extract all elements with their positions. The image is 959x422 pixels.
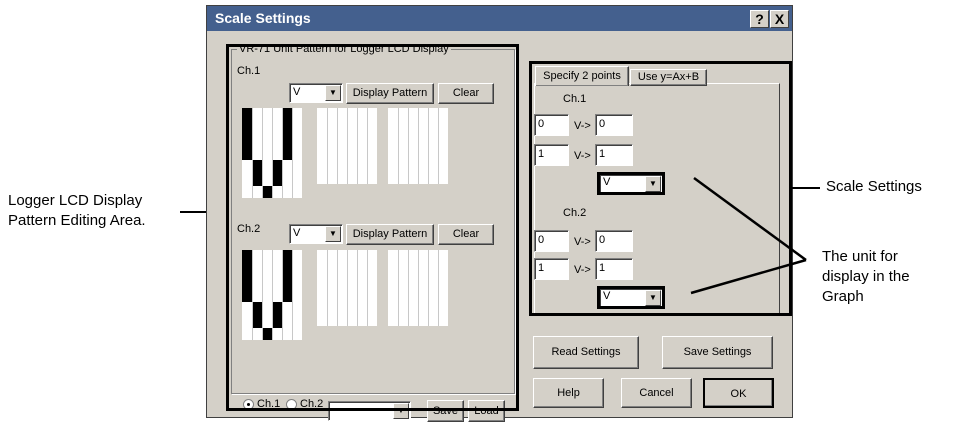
ok-button[interactable]: OK: [703, 378, 774, 408]
dialog-titlebar: Scale Settings: [207, 6, 792, 31]
save-settings-button[interactable]: Save Settings: [662, 336, 773, 369]
left-annotation-line1: Logger LCD Display: [8, 192, 143, 209]
unit-annotation-line1: The unit for: [822, 248, 898, 265]
left-annotation-line2: Pattern Editing Area.: [8, 212, 146, 229]
close-title-button[interactable]: X: [770, 10, 789, 28]
close-icon: X: [774, 11, 785, 27]
question-icon: ?: [755, 11, 764, 27]
unit-annotation-line2: display in the: [822, 268, 910, 285]
scale-settings-leader: [792, 187, 820, 189]
help-button[interactable]: Help: [533, 378, 604, 408]
cancel-button[interactable]: Cancel: [621, 378, 692, 408]
scale-settings-highlight: [529, 61, 792, 316]
scale-settings-annotation: Scale Settings: [826, 178, 922, 195]
read-settings-button[interactable]: Read Settings: [533, 336, 639, 369]
unit-annotation-line3: Graph: [822, 288, 864, 305]
pattern-area-highlight: [226, 44, 519, 411]
help-title-button[interactable]: ?: [750, 10, 769, 28]
dialog-title: Scale Settings: [215, 10, 311, 26]
